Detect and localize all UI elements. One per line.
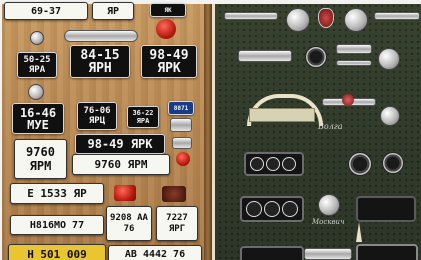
speedometer (348, 152, 372, 176)
plate-e1533: Е 1533 ЯР (10, 183, 104, 204)
bottom-panel (240, 246, 304, 260)
gauge-panel (244, 152, 304, 176)
board-frame (212, 4, 215, 260)
chrome-knob-3 (380, 106, 400, 126)
round-reflector (176, 152, 190, 166)
wood-divider (204, 4, 212, 260)
plate-top-left: 69-37 (4, 2, 88, 20)
crest-badge (318, 8, 334, 28)
chrome-trim (336, 60, 372, 66)
plate-h501: Н 501 009 (8, 244, 106, 260)
panel2-dial-3 (282, 201, 298, 217)
chrome-dial-2 (344, 8, 368, 32)
plate-76-06: 76-06 ЯРЦ (77, 102, 117, 130)
plate-top-right: ЯК (150, 3, 186, 17)
chrome-plaque (170, 118, 192, 132)
chrome-strip-2 (374, 12, 420, 20)
panel-dial-1 (250, 157, 264, 171)
plate-top-mid: ЯР (92, 2, 134, 20)
plate-98-49-top: 98-49 ЯРК (141, 45, 197, 78)
tail-light-2 (162, 186, 186, 202)
clock-gauge (382, 152, 404, 174)
chrome-dial (286, 8, 310, 32)
plate-84-15: 84-15 ЯРН (70, 45, 130, 78)
radio-panel (356, 196, 416, 222)
red-reflector (156, 19, 176, 39)
panel2-dial-2 (264, 201, 280, 217)
plate-ab4442: АВ 4442 76 (108, 245, 202, 260)
script-badge: Волга (318, 122, 343, 131)
plate-36-22: 36-22 ЯРА (127, 106, 159, 128)
chrome-small (172, 137, 192, 149)
chrome-knob-2 (28, 84, 44, 100)
photo-scene: 69-37 ЯР ЯК 84-15 ЯРН 98-49 ЯРК 50-25 ЯР… (0, 0, 421, 260)
chrome-nameplate (336, 44, 372, 54)
plate-9760-square: 9760 ЯРМ (14, 139, 67, 179)
plate-16-46: 16-46 МУЕ (12, 103, 64, 134)
chrome-emblem-bar (238, 50, 292, 62)
emblem-center (342, 94, 354, 106)
plate-9760-wide: 9760 ЯРМ (72, 154, 170, 175)
chrome-knob (30, 31, 44, 45)
instrument-strip (249, 108, 315, 122)
panel-dial-2 (266, 157, 280, 171)
plate-7227: 7227 ЯРГ (156, 206, 198, 241)
chrome-strip (224, 12, 278, 20)
plate-98-49-wide: 98-49 ЯРК (75, 134, 165, 154)
plate-9208: 9208 АА 76 (106, 206, 152, 241)
chrome-round (318, 194, 340, 216)
gauge-panel-2 (240, 196, 304, 222)
script-badge-2: Москвич (312, 218, 345, 226)
round-gauge (305, 46, 327, 68)
panel-dial-3 (282, 157, 296, 171)
plate-h816mo: Н816МО 77 (10, 215, 104, 235)
chrome-cap (378, 48, 400, 70)
bottom-panel-2 (356, 244, 418, 260)
plate-50-25: 50-25 ЯРА (17, 52, 57, 78)
chrome-emblem (64, 30, 138, 42)
plate-8071: 8071 (168, 101, 194, 115)
tail-light (114, 185, 136, 201)
panel2-dial-1 (246, 201, 262, 217)
bottom-chrome (304, 248, 352, 260)
